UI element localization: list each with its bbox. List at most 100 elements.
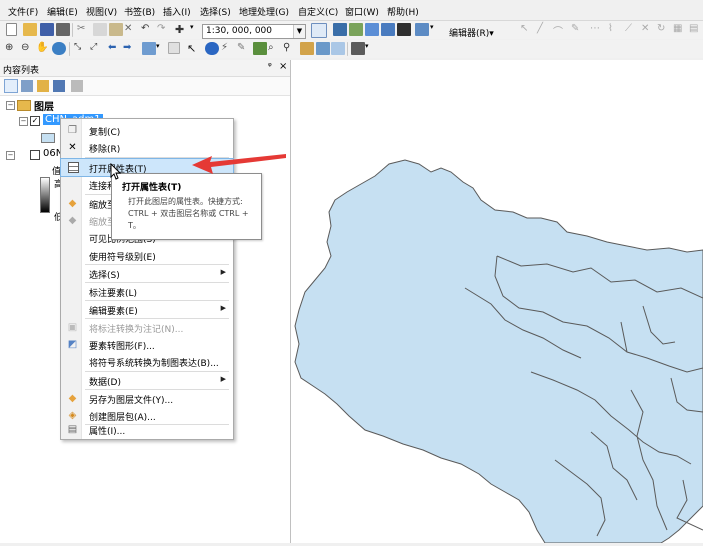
menu-item-edit-features[interactable]: 编辑要素(E) ▶	[61, 301, 233, 318]
red-arrow-annotation-icon	[192, 154, 286, 174]
trace-icon[interactable]: ⌒	[553, 23, 567, 38]
menu-select[interactable]: 选择(S)	[200, 5, 231, 18]
table-window-icon[interactable]	[333, 23, 347, 36]
new-document-icon[interactable]	[6, 23, 17, 36]
viewer-dropdown-icon[interactable]: ▾	[365, 42, 379, 55]
pin-icon[interactable]: ᵠ	[268, 62, 272, 72]
menu-edit[interactable]: 编辑(E)	[47, 5, 78, 18]
save-icon[interactable]	[40, 23, 54, 36]
find-route-icon[interactable]: ⚲	[283, 42, 297, 55]
redo-icon[interactable]: ↷	[157, 23, 171, 36]
select-elements-icon[interactable]: ↖	[187, 42, 201, 55]
identify-icon[interactable]	[205, 42, 219, 55]
table-icon	[68, 162, 79, 173]
toolbar-overflow-icon[interactable]: ▾	[430, 23, 444, 36]
copy-icon: ❐	[68, 125, 77, 136]
search-window-icon[interactable]	[365, 23, 379, 36]
find-icon[interactable]: ⌕	[268, 42, 282, 55]
select-features-icon[interactable]	[142, 42, 156, 55]
properties-icon: ▤	[67, 424, 78, 435]
expand-collapse-icon[interactable]: −	[6, 151, 15, 160]
model-builder-icon[interactable]	[415, 23, 429, 36]
add-data-icon[interactable]: ✚	[175, 23, 189, 36]
layer-package-icon: ◈	[68, 410, 77, 421]
menu-item-convert-to-representation[interactable]: 将符号系统转换为制图表达(B)...	[61, 353, 233, 370]
menu-item-convert-labels[interactable]: ▣ 将标注转换为注记(N)...	[61, 319, 233, 336]
menu-bar: 文件(F) 编辑(E) 视图(V) 书签(B) 插入(I) 选择(S) 地理处理…	[0, 0, 703, 21]
list-by-selection-icon[interactable]	[53, 80, 65, 92]
attributes-icon[interactable]: ▦	[673, 23, 687, 36]
map-display[interactable]	[291, 60, 703, 544]
menu-item-copy[interactable]: ❐ 复制(C)	[61, 122, 233, 139]
options-icon[interactable]	[71, 80, 83, 92]
menu-item-save-as-layer-file[interactable]: ◆ 另存为图层文件(Y)...	[61, 390, 233, 407]
raster-color-ramp[interactable]	[40, 177, 50, 213]
paste-icon[interactable]	[109, 23, 123, 36]
fixed-zoom-in-icon[interactable]: ⤡	[74, 42, 88, 55]
rotate-icon[interactable]: ↻	[657, 23, 671, 36]
list-by-drawing-order-icon[interactable]	[4, 79, 18, 93]
editor-menu[interactable]: 编辑器(R)▾	[449, 26, 494, 39]
python-window-icon[interactable]	[397, 23, 411, 36]
html-popup-icon[interactable]: ✎	[237, 42, 251, 55]
split-icon[interactable]: ✕	[641, 23, 655, 36]
menu-item-label-features[interactable]: 标注要素(L)	[61, 283, 233, 300]
undo-icon[interactable]: ↶	[141, 23, 155, 36]
list-by-visibility-icon[interactable]	[37, 80, 49, 92]
clear-selection-icon[interactable]	[168, 42, 180, 54]
sketch-tool-icon[interactable]: ✎	[571, 23, 585, 36]
tools-toolbar: ⊕ ⊖ ✋ ⤡ ⤢ ⬅ ➡ ▾ ↖ ⚡ ✎ ⌕ ⚲ ▾	[0, 40, 703, 58]
go-forward-icon[interactable]: ➡	[123, 42, 137, 55]
create-viewer-icon[interactable]	[351, 42, 365, 55]
sketch-properties-icon[interactable]: ▤	[689, 23, 703, 36]
cut-polygon-icon[interactable]: ⟋	[625, 23, 639, 36]
hyperlink-icon[interactable]: ⚡	[221, 42, 235, 55]
cut-icon[interactable]: ✂	[77, 23, 91, 36]
layers-group-label[interactable]: 图层	[34, 98, 54, 113]
edit-vertices-icon[interactable]: ⋯	[590, 23, 604, 36]
editor-toolbar-icon[interactable]	[311, 23, 327, 38]
menu-item-data[interactable]: 数据(D) ▶	[61, 372, 233, 389]
menu-customize[interactable]: 自定义(C)	[298, 5, 338, 18]
go-back-icon[interactable]: ⬅	[108, 42, 122, 55]
expand-collapse-icon[interactable]: −	[19, 117, 28, 126]
open-folder-icon[interactable]	[23, 23, 37, 36]
catalog-icon[interactable]	[349, 23, 363, 36]
list-by-source-icon[interactable]	[21, 80, 33, 92]
menu-file[interactable]: 文件(F)	[8, 5, 38, 18]
close-icon[interactable]: ×	[279, 61, 287, 72]
copy-icon[interactable]	[93, 23, 107, 36]
viewer-window-icon[interactable]	[331, 42, 345, 55]
fixed-zoom-out-icon[interactable]: ⤢	[90, 42, 104, 55]
pan-icon[interactable]: ✋	[36, 42, 50, 55]
menu-help[interactable]: 帮助(H)	[387, 5, 419, 18]
menu-item-features-to-graphics[interactable]: ◩ 要素转图形(F)...	[61, 336, 233, 353]
map-scale-combobox[interactable]: 1:30, 000, 000 ▼	[202, 24, 306, 39]
full-extent-icon[interactable]	[52, 42, 66, 55]
go-to-xy-icon[interactable]	[300, 42, 314, 55]
menu-item-symbol-levels[interactable]: 使用符号级别(E)	[61, 247, 233, 264]
menu-item-properties[interactable]: ▤ 属性(I)...	[61, 421, 233, 438]
measure-icon[interactable]	[253, 42, 267, 55]
layer-visibility-checkbox[interactable]: ✓	[30, 116, 40, 126]
arctoolbox-icon[interactable]	[381, 23, 395, 36]
time-slider-icon[interactable]	[316, 42, 330, 55]
menu-bookmarks[interactable]: 书签(B)	[124, 5, 155, 18]
delete-icon[interactable]: ✕	[124, 23, 138, 36]
chevron-down-icon[interactable]: ▼	[293, 25, 305, 38]
layer-visibility-checkbox[interactable]	[30, 150, 40, 160]
symbol-swatch[interactable]	[41, 133, 55, 143]
zoom-out-icon[interactable]: ⊖	[21, 42, 35, 55]
menu-geoprocessing[interactable]: 地理处理(G)	[239, 5, 289, 18]
menu-view[interactable]: 视图(V)	[86, 5, 117, 18]
reshape-icon[interactable]: ⌇	[608, 23, 622, 36]
expand-collapse-icon[interactable]: −	[6, 101, 15, 110]
menu-item-selection[interactable]: 选择(S) ▶	[61, 265, 233, 282]
convert-labels-icon: ▣	[67, 322, 78, 333]
edit-tool-icon[interactable]: ↖	[520, 23, 534, 36]
print-icon[interactable]	[56, 23, 70, 36]
straight-segment-icon[interactable]: ╱	[537, 23, 551, 36]
menu-window[interactable]: 窗口(W)	[345, 5, 379, 18]
menu-insert[interactable]: 插入(I)	[163, 5, 191, 18]
zoom-in-icon[interactable]: ⊕	[5, 42, 19, 55]
